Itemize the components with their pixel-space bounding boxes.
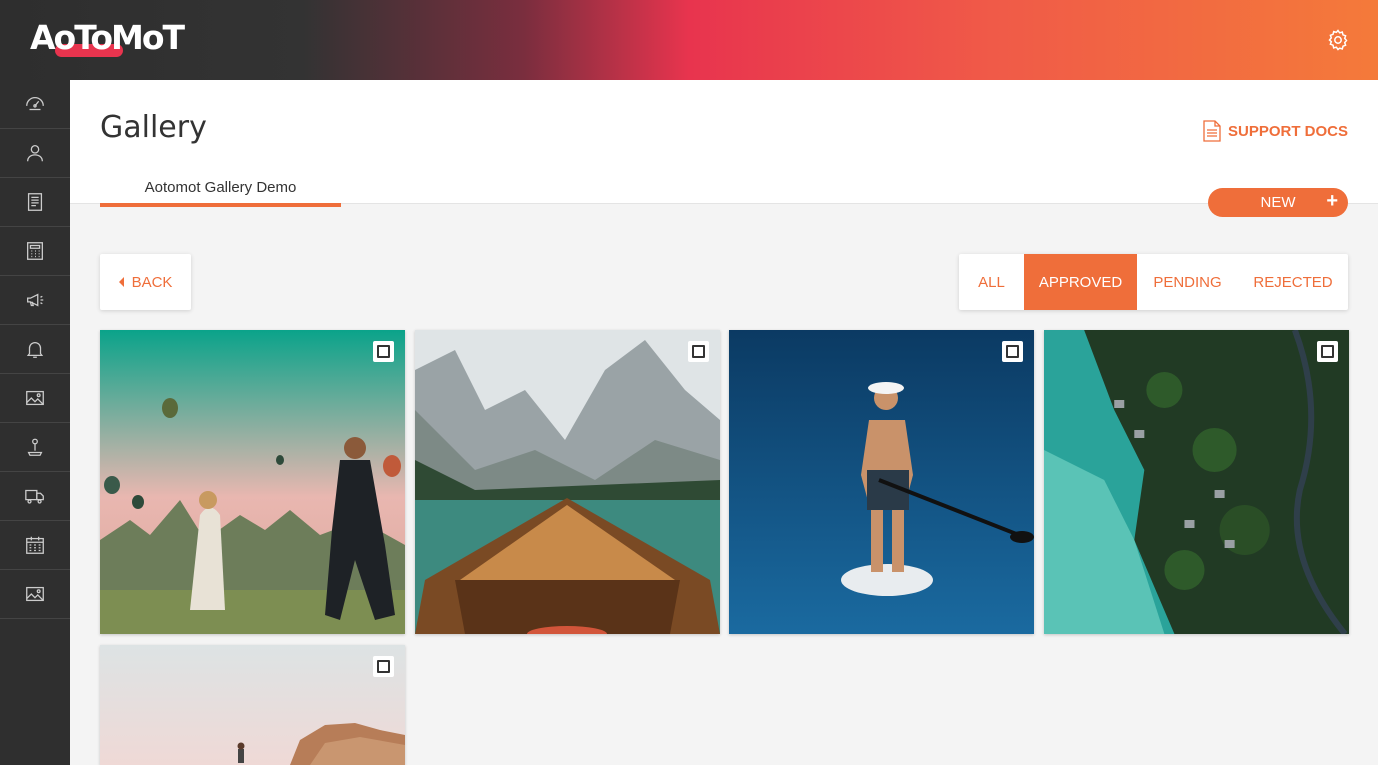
select-checkbox[interactable] [373, 341, 394, 362]
photo-paddleboard [729, 330, 1034, 634]
sidebar-item-images[interactable] [0, 374, 70, 423]
filter-rejected[interactable]: REJECTED [1238, 254, 1348, 310]
calendar-icon [26, 536, 44, 554]
gallery-item[interactable] [729, 330, 1034, 634]
sidebar-item-calendar[interactable] [0, 521, 70, 570]
gallery-item[interactable] [1044, 330, 1349, 634]
select-checkbox[interactable] [373, 656, 394, 677]
sidebar-item-dashboard[interactable] [0, 80, 70, 129]
plus-icon: + [1326, 190, 1338, 212]
gallery-item[interactable] [100, 645, 405, 765]
photo-balloons [100, 330, 405, 634]
sidebar-item-delivery[interactable] [0, 472, 70, 521]
calculator-icon [27, 242, 43, 260]
photo-person-rocks [100, 645, 405, 765]
sidebar-item-documents[interactable] [0, 178, 70, 227]
sidebar-item-calculator[interactable] [0, 227, 70, 276]
status-filter-group: ALL APPROVED PENDING REJECTED [959, 254, 1348, 310]
select-checkbox[interactable] [688, 341, 709, 362]
dashboard-icon [26, 97, 44, 111]
page-header: Gallery SUPPORT DOCS Aotomot Gallery Dem… [70, 80, 1378, 217]
gallery-item[interactable] [415, 330, 720, 634]
new-button[interactable]: NEW + [1208, 188, 1348, 217]
sidebar-item-gallery[interactable] [0, 570, 70, 619]
sidebar [0, 80, 70, 765]
sidebar-item-campaigns[interactable] [0, 276, 70, 325]
photo-aerial-coast [1044, 330, 1349, 634]
sidebar-item-games[interactable] [0, 423, 70, 472]
back-label: BACK [131, 273, 173, 291]
support-docs-link[interactable]: SUPPORT DOCS [1203, 120, 1348, 142]
page-title: Gallery [100, 110, 207, 145]
select-checkbox[interactable] [1317, 341, 1338, 362]
new-button-label: NEW [1260, 194, 1296, 211]
document-icon [1203, 120, 1221, 142]
bell-icon [26, 342, 44, 358]
tab-gallery-demo[interactable]: Aotomot Gallery Demo [100, 176, 341, 207]
sidebar-item-notifications[interactable] [0, 325, 70, 374]
filter-all[interactable]: ALL [959, 254, 1024, 310]
document-icon [27, 193, 43, 211]
back-button[interactable]: BACK [100, 254, 191, 310]
gallery-icon [26, 586, 44, 602]
filter-approved[interactable]: APPROVED [1024, 254, 1137, 310]
filter-pending[interactable]: PENDING [1137, 254, 1238, 310]
joystick-icon [27, 438, 43, 456]
app-logo[interactable]: AoToMoT [30, 18, 200, 58]
truck-icon [25, 489, 44, 504]
top-bar: AoToMoT [0, 0, 1378, 80]
image-icon [26, 390, 44, 406]
select-checkbox[interactable] [1002, 341, 1023, 362]
user-icon [27, 145, 43, 162]
caret-left-icon [118, 277, 124, 287]
support-docs-label: SUPPORT DOCS [1227, 122, 1348, 140]
settings-gear-icon[interactable] [1326, 28, 1350, 52]
gallery-item[interactable] [100, 330, 405, 634]
logo-text: AoToMoT [30, 18, 185, 57]
megaphone-icon [27, 293, 44, 307]
photo-boat-lake [415, 330, 720, 634]
sidebar-item-users[interactable] [0, 129, 70, 178]
